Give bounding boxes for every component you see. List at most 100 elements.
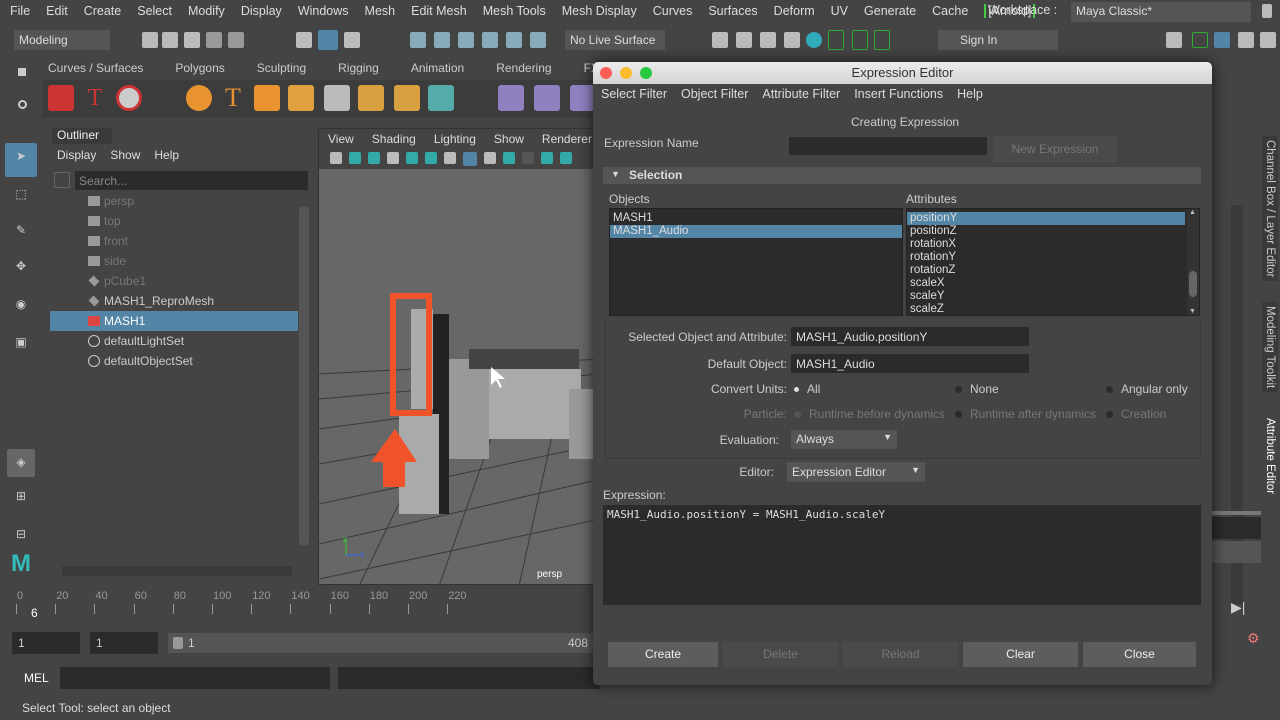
camera-select-icon[interactable]: [330, 152, 342, 164]
convert-all-radio[interactable]: All: [794, 382, 820, 396]
tab-channel-box[interactable]: Channel Box / Layer Editor: [1262, 136, 1278, 282]
rotate-tool-icon[interactable]: ◉: [8, 291, 34, 317]
mode-select[interactable]: Modeling: [14, 30, 110, 50]
attribute-list-item[interactable]: rotationY: [907, 251, 1185, 264]
redo-icon[interactable]: [228, 32, 244, 48]
type-tool-icon[interactable]: T: [220, 85, 246, 111]
outliner-scrollbar[interactable]: [299, 192, 309, 562]
menu-cache[interactable]: Cache: [932, 4, 968, 18]
new-scene-icon[interactable]: [142, 32, 158, 48]
save-scene-icon[interactable]: [184, 32, 200, 48]
convert-none-radio[interactable]: None: [955, 382, 999, 396]
minimize-window-icon[interactable]: [620, 67, 632, 79]
grease-pencil-icon[interactable]: [444, 152, 456, 164]
menu-object-filter[interactable]: Object Filter: [681, 87, 748, 101]
shelf-menu-icon[interactable]: [18, 68, 26, 76]
bevel-icon[interactable]: [394, 85, 420, 111]
menu-attribute-filter[interactable]: Attribute Filter: [762, 87, 840, 101]
image-plane-icon[interactable]: [406, 152, 418, 164]
selected-attr-field[interactable]: MASH1_Audio.positionY: [791, 327, 1029, 346]
undo-icon[interactable]: [206, 32, 222, 48]
attribute-list-item[interactable]: scaleX: [907, 277, 1185, 290]
zoom-window-icon[interactable]: [640, 67, 652, 79]
shelf-tab-curves[interactable]: Curves / Surfaces: [42, 60, 149, 78]
menu-insert-functions[interactable]: Insert Functions: [854, 87, 943, 101]
viewport-menu-renderer[interactable]: Renderer: [542, 132, 592, 146]
curve-icon[interactable]: [498, 85, 524, 111]
attributes-list[interactable]: positionY positionZ rotationX rotationY rota…: [906, 208, 1200, 316]
snap-live-icon[interactable]: [530, 32, 546, 48]
menu-select-filter[interactable]: Select Filter: [601, 87, 667, 101]
outliner-item[interactable]: defaultObjectSet: [50, 351, 298, 371]
bridge-icon[interactable]: [428, 85, 454, 111]
paint-select-tool-icon[interactable]: ✎: [8, 217, 34, 243]
clear-button[interactable]: Clear: [963, 642, 1078, 667]
shelf-tab-rendering[interactable]: Rendering: [490, 60, 557, 78]
workspace-select[interactable]: Maya Classic*: [1071, 2, 1251, 22]
evaluation-select[interactable]: Always ▼: [791, 430, 897, 449]
gate-mask-icon[interactable]: [522, 152, 534, 164]
lasso-tool-icon[interactable]: ⬚: [8, 181, 34, 207]
outliner-item[interactable]: defaultLightSet: [50, 331, 298, 351]
text-type-icon[interactable]: T: [82, 85, 108, 111]
live-surface-field[interactable]: No Live Surface: [565, 30, 665, 50]
filter-icon[interactable]: [54, 172, 70, 188]
menu-generate[interactable]: Generate: [864, 4, 916, 18]
safe-action-icon[interactable]: [560, 152, 572, 164]
outliner-item[interactable]: front: [50, 231, 298, 251]
attribute-list-item[interactable]: rotationX: [907, 238, 1185, 251]
object-list-item[interactable]: MASH1_Audio: [610, 225, 902, 238]
menu-file[interactable]: File: [10, 4, 30, 18]
outliner-item[interactable]: pCube1: [50, 271, 298, 291]
expression-name-input[interactable]: [789, 137, 987, 155]
audio-node-icon[interactable]: [116, 85, 142, 111]
expression-textarea[interactable]: MASH1_Audio.positionY = MASH1_Audio.scal…: [603, 505, 1201, 605]
sign-in-button[interactable]: Sign In: [938, 30, 1058, 50]
modeling-toolkit-icon[interactable]: [1166, 32, 1182, 48]
resolution-gate-icon[interactable]: [503, 152, 515, 164]
snap-grid-icon[interactable]: [410, 32, 426, 48]
character-controls-icon[interactable]: [1192, 32, 1208, 48]
poly-cube-icon[interactable]: [288, 85, 314, 111]
tab-modeling-toolkit[interactable]: Modeling Toolkit: [1262, 302, 1278, 393]
poly-plane-icon[interactable]: [324, 85, 350, 111]
channel-box-icon[interactable]: [1260, 32, 1276, 48]
open-scene-icon[interactable]: [162, 32, 178, 48]
scroll-down-icon[interactable]: ▼: [1189, 308, 1196, 315]
shelf-tab-sculpting[interactable]: Sculpting: [251, 60, 312, 78]
hypershade-icon[interactable]: [806, 32, 822, 48]
delete-button[interactable]: Delete: [723, 642, 838, 667]
2d-pan-zoom-icon[interactable]: [425, 152, 437, 164]
outliner-item[interactable]: MASH1: [50, 311, 298, 331]
viewport-menu-shading[interactable]: Shading: [372, 132, 416, 146]
menu-edit-mesh[interactable]: Edit Mesh: [411, 4, 467, 18]
shelf-tab-rigging[interactable]: Rigging: [332, 60, 385, 78]
time-slider[interactable]: 6 0 20 40 60 80 100 120 140 160 180 200 220: [0, 590, 600, 626]
attribute-editor-toggle-icon[interactable]: [1214, 32, 1230, 48]
scroll-thumb[interactable]: [1189, 271, 1197, 297]
four-view-layout-icon[interactable]: ⊞: [8, 483, 34, 511]
film-gate-icon[interactable]: [484, 152, 496, 164]
particle-after-radio[interactable]: Runtime after dynamics: [955, 407, 1096, 421]
two-view-layout-icon[interactable]: ⊟: [8, 521, 34, 547]
select-tool-icon[interactable]: ➤: [5, 143, 37, 177]
menu-select[interactable]: Select: [137, 4, 172, 18]
extrude-icon[interactable]: [358, 85, 384, 111]
tool-settings-icon[interactable]: [1238, 32, 1254, 48]
snap-curve-icon[interactable]: [434, 32, 450, 48]
svg-tool-icon[interactable]: [254, 85, 280, 111]
scroll-up-icon[interactable]: ▲: [1189, 209, 1197, 216]
attribute-list-item[interactable]: positionY: [907, 212, 1185, 225]
editor-select[interactable]: Expression Editor ▼: [787, 462, 925, 482]
outliner-item[interactable]: persp: [50, 191, 298, 211]
shelf-settings-icon[interactable]: [18, 100, 27, 109]
select-object-icon[interactable]: [318, 30, 338, 50]
script-mode-label[interactable]: MEL: [24, 671, 49, 685]
menu-help[interactable]: Help: [957, 87, 983, 101]
step-forward-icon[interactable]: ▶|: [1231, 599, 1245, 616]
snap-view-icon[interactable]: [482, 32, 498, 48]
menu-deform[interactable]: Deform: [774, 4, 815, 18]
arnold-ipr-icon[interactable]: [852, 30, 868, 50]
range-slider-bar[interactable]: 1 408: [168, 633, 600, 653]
menu-mesh-tools[interactable]: Mesh Tools: [483, 4, 546, 18]
